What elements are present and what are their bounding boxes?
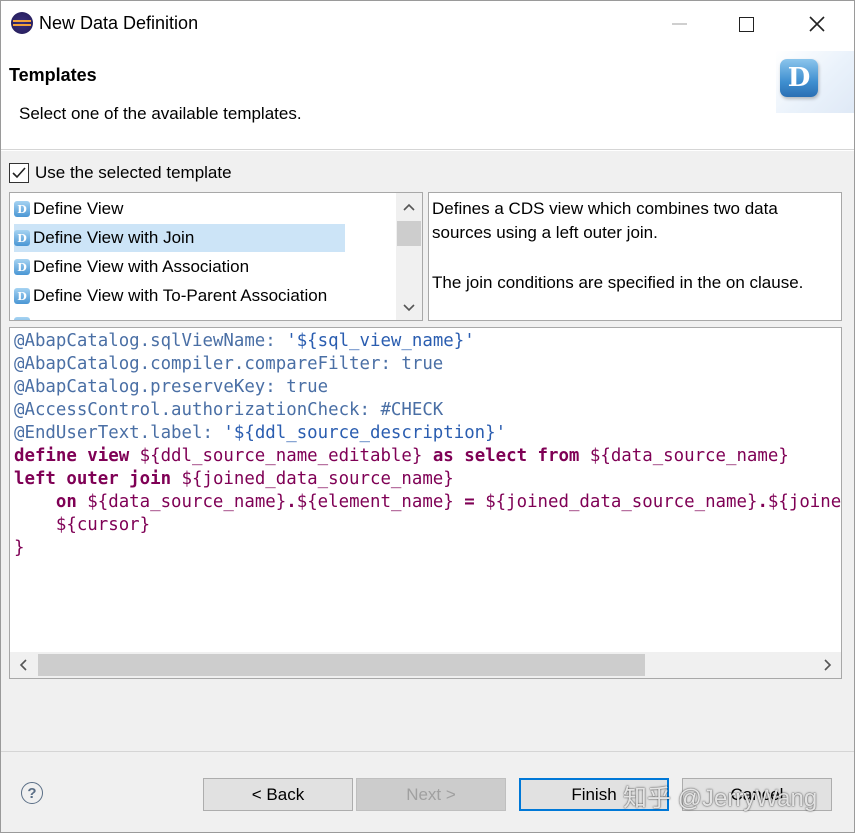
wizard-content: Use the selected template D Define View … — [1, 151, 854, 751]
annotation-text: @AbapCatalog.preserveKey: true — [14, 377, 329, 397]
template-label: Define View with To-Parent Association — [33, 286, 328, 305]
template-description: Defines a CDS view which combines two da… — [428, 192, 842, 321]
code-line: @AbapCatalog.compiler.compareFilter: tru… — [14, 353, 841, 376]
checkmark-icon — [12, 167, 26, 179]
list-vertical-scrollbar[interactable] — [396, 193, 422, 320]
window-title: New Data Definition — [39, 13, 199, 33]
minimize-icon — [671, 23, 687, 25]
ddl-template-icon: D — [14, 201, 30, 217]
annotation-text: @AbapCatalog.compiler.compareFilter: tru… — [14, 354, 444, 374]
description-paragraph: The join conditions are specified in the… — [432, 273, 804, 292]
page-title: Templates — [9, 65, 97, 85]
data-definition-icon: D — [780, 59, 818, 97]
annotation-text: @EndUserText.label: — [14, 423, 224, 443]
description-paragraph: Defines a CDS view which combines two da… — [432, 199, 778, 242]
ddl-template-icon: D — [14, 288, 30, 304]
code-line: ${cursor} — [14, 515, 151, 535]
eclipse-icon — [11, 12, 33, 34]
code-line: define view ${ddl_source_name_editable} … — [14, 446, 789, 466]
template-label: Define View with Association — [33, 257, 250, 276]
scroll-left-icon[interactable] — [10, 652, 36, 678]
template-label: Define View — [33, 199, 124, 218]
finish-button[interactable]: Finish — [519, 778, 669, 811]
maximize-icon — [738, 16, 754, 32]
annotation-text: @AccessControl.authorizationCheck: #CHEC… — [14, 400, 444, 420]
use-template-option[interactable]: Use the selected template — [9, 163, 232, 183]
string-literal: '${sql_view_name}' — [286, 331, 475, 351]
use-template-label: Use the selected template — [35, 163, 232, 182]
ddl-template-icon: D — [14, 230, 30, 246]
scroll-thumb[interactable] — [38, 654, 645, 676]
ddl-template-icon: D — [14, 317, 30, 320]
annotation-text: @AbapCatalog.sqlViewName: — [14, 331, 287, 351]
scroll-down-icon[interactable] — [396, 296, 422, 320]
list-item[interactable]: D Define View — [14, 195, 123, 223]
string-literal: '${ddl_source_description}' — [223, 423, 507, 443]
minimize-button[interactable] — [650, 1, 708, 47]
header-banner: D — [776, 51, 854, 113]
preview-horizontal-scrollbar[interactable] — [10, 652, 841, 678]
page-description: Select one of the available templates. — [19, 104, 302, 123]
button-bar: ? < Back Next > Finish Cancel 知乎 @JerryW… — [1, 751, 854, 832]
title-bar: New Data Definition — [1, 1, 854, 47]
code-line: } — [14, 538, 25, 558]
code-line: @AccessControl.authorizationCheck: #CHEC… — [14, 399, 841, 422]
help-icon[interactable]: ? — [21, 782, 43, 804]
list-item-selected[interactable]: D Define View with Join — [14, 224, 345, 252]
list-item[interactable]: D Define View with Association — [14, 253, 249, 281]
code-line: left outer join ${joined_data_source_nam… — [14, 469, 454, 489]
scroll-thumb[interactable] — [397, 221, 421, 246]
cancel-button[interactable]: Cancel — [682, 778, 832, 811]
code-line: on ${data_source_name}.${element_name} =… — [14, 492, 842, 512]
code-line: @AbapCatalog.sqlViewName: '${sql_view_na… — [14, 330, 841, 353]
use-template-checkbox[interactable] — [9, 163, 29, 183]
code-preview: @AbapCatalog.sqlViewName: '${sql_view_na… — [14, 330, 842, 560]
wizard-header: Templates Select one of the available te… — [1, 47, 854, 150]
next-button[interactable]: Next > — [356, 778, 506, 811]
close-icon — [809, 16, 825, 32]
close-button[interactable] — [788, 1, 846, 47]
code-line: @AbapCatalog.preserveKey: true — [14, 376, 841, 399]
maximize-button[interactable] — [717, 1, 775, 47]
list-item-partial[interactable]: D — [14, 311, 33, 320]
scroll-up-icon[interactable] — [396, 195, 422, 219]
dialog-window: New Data Definition Templates Select one… — [0, 0, 855, 833]
ddl-template-icon: D — [14, 259, 30, 275]
code-line: @EndUserText.label: '${ddl_source_descri… — [14, 422, 841, 445]
back-button[interactable]: < Back — [203, 778, 353, 811]
scroll-right-icon[interactable] — [815, 652, 841, 678]
template-preview[interactable]: @AbapCatalog.sqlViewName: '${sql_view_na… — [9, 327, 842, 679]
template-label: Define View with Join — [33, 228, 195, 247]
template-list[interactable]: D Define View D Define View with Join D … — [9, 192, 423, 321]
list-item[interactable]: D Define View with To-Parent Association — [14, 282, 327, 310]
